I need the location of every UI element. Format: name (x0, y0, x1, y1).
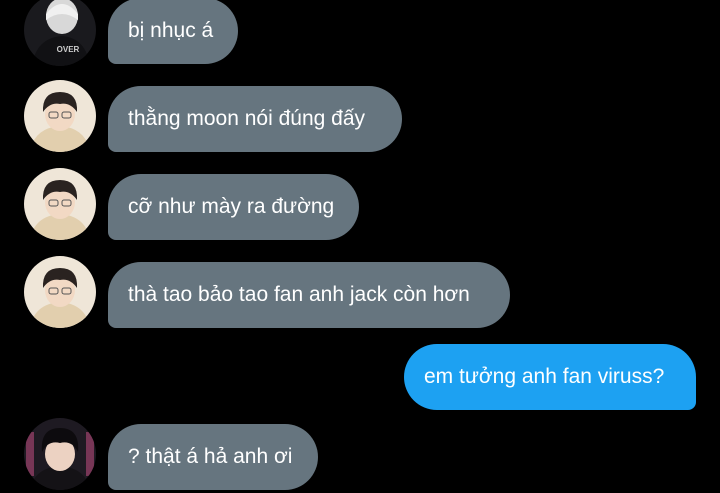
message-bubble[interactable]: bị nhục á (108, 0, 238, 64)
message-bubble-outgoing[interactable]: em tưởng anh fan viruss? (404, 344, 696, 410)
avatar[interactable] (24, 256, 96, 328)
message-bubble[interactable]: ? thật á hả anh ơi (108, 424, 318, 490)
avatar-boy-beige-icon (24, 80, 96, 152)
message-text: thằng moon nói đúng đấy (128, 107, 366, 130)
avatar-boy-dark-icon (24, 418, 96, 490)
avatar-dark-hoodie-icon: OVER (24, 0, 96, 66)
message-bubble[interactable]: cỡ như mày ra đường (108, 174, 359, 240)
avatar[interactable]: OVER (24, 0, 96, 66)
message-text: bị nhục á (128, 19, 214, 42)
avatar[interactable] (24, 168, 96, 240)
message-text: thà tao bảo tao fan anh jack còn hơn (128, 283, 470, 306)
avatar-boy-beige-icon (24, 256, 96, 328)
message-bubble[interactable]: thằng moon nói đúng đấy (108, 86, 402, 152)
message-text: em tưởng anh fan viruss? (424, 365, 665, 388)
message-text: ? thật á hả anh ơi (128, 445, 293, 468)
shirt-logo-text: OVER (57, 45, 80, 54)
avatar[interactable] (24, 80, 96, 152)
message-bubble[interactable]: thà tao bảo tao fan anh jack còn hơn (108, 262, 510, 328)
avatar[interactable] (24, 418, 96, 490)
message-text: cỡ như mày ra đường (128, 195, 335, 218)
avatar-boy-beige-icon (24, 168, 96, 240)
